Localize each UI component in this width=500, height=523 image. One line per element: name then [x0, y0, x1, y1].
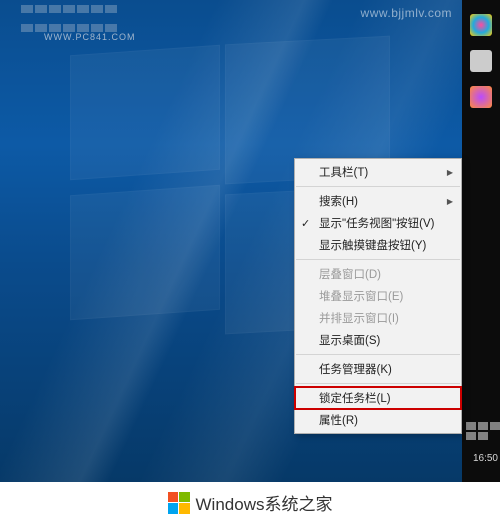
menu-stacked: 堆叠显示窗口(E) — [295, 285, 461, 307]
desktop-wallpaper: WWW.PC841.COM www.bjjmlv.com 16:50 工具栏(T… — [0, 0, 500, 482]
menu-show-taskview-label: 显示"任务视图"按钮(V) — [319, 215, 435, 231]
menu-show-desktop-label: 显示桌面(S) — [319, 332, 380, 348]
menu-task-manager-label: 任务管理器(K) — [319, 361, 392, 377]
menu-separator — [296, 186, 460, 187]
watermark: www.bjjmlv.com — [361, 6, 452, 20]
menu-sidebyside-label: 并排显示窗口(I) — [319, 310, 399, 326]
menu-search-label: 搜索(H) — [319, 193, 358, 209]
dock-icon-2[interactable] — [470, 50, 492, 72]
menu-show-touchkb[interactable]: 显示触摸键盘按钮(Y) — [295, 234, 461, 256]
taskbar-right[interactable]: 16:50 — [462, 0, 500, 482]
menu-separator — [296, 383, 460, 384]
taskbar-context-menu: 工具栏(T) 搜索(H) 显示"任务视图"按钮(V) 显示触摸键盘按钮(Y) 层… — [294, 158, 462, 434]
menu-lock-taskbar-label: 锁定任务栏(L) — [319, 390, 391, 406]
menu-cascade: 层叠窗口(D) — [295, 263, 461, 285]
source-url: WWW.PC841.COM — [44, 32, 136, 42]
menu-properties-label: 属性(R) — [319, 412, 358, 428]
windows-logo-icon — [168, 492, 190, 514]
menu-properties[interactable]: 属性(R) — [295, 409, 461, 431]
menu-search[interactable]: 搜索(H) — [295, 190, 461, 212]
footer-brand-text: Windows系统之家 — [196, 490, 333, 515]
menu-show-taskview[interactable]: 显示"任务视图"按钮(V) — [295, 212, 461, 234]
menu-toolbars[interactable]: 工具栏(T) — [295, 161, 461, 183]
menu-separator — [296, 354, 460, 355]
menu-cascade-label: 层叠窗口(D) — [319, 266, 381, 282]
menu-separator — [296, 259, 460, 260]
menu-toolbars-label: 工具栏(T) — [319, 164, 368, 180]
menu-task-manager[interactable]: 任务管理器(K) — [295, 358, 461, 380]
menu-stacked-label: 堆叠显示窗口(E) — [319, 288, 403, 304]
menu-sidebyside: 并排显示窗口(I) — [295, 307, 461, 329]
footer-banner: Windows系统之家 — [0, 482, 500, 523]
dock-icon-1[interactable] — [470, 14, 492, 36]
menu-show-touchkb-label: 显示触摸键盘按钮(Y) — [319, 237, 426, 253]
menu-lock-taskbar[interactable]: 锁定任务栏(L) — [295, 387, 461, 409]
pixel-censor-tray — [464, 422, 500, 482]
menu-show-desktop[interactable]: 显示桌面(S) — [295, 329, 461, 351]
dock-icon-3[interactable] — [470, 86, 492, 108]
taskbar-clock[interactable]: 16:50 — [473, 453, 498, 464]
